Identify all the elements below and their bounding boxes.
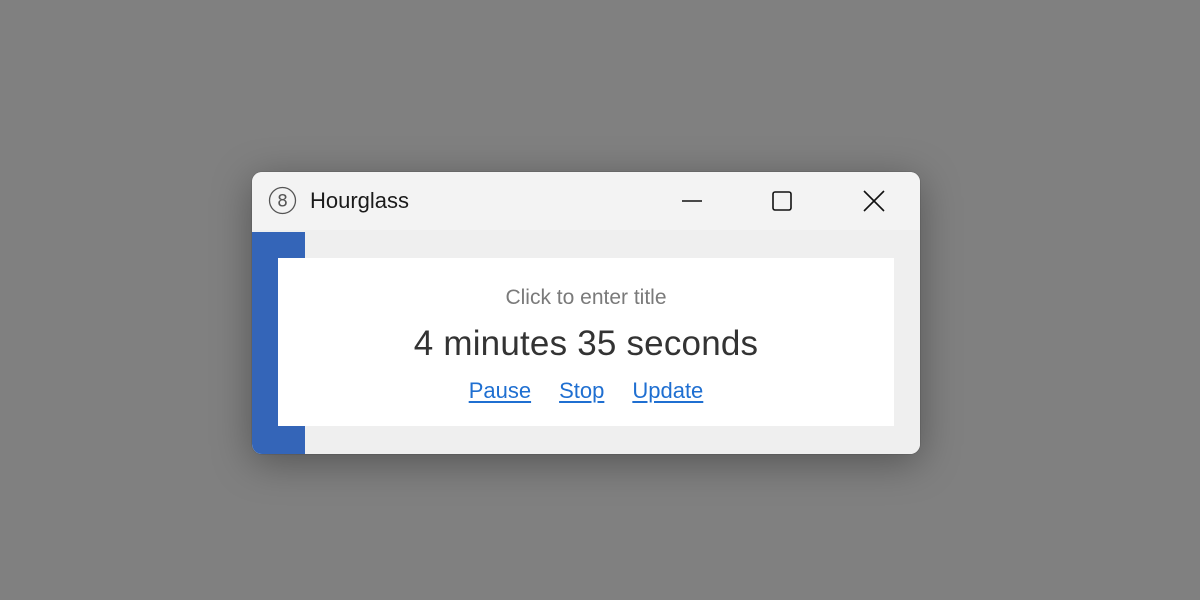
hourglass-8-icon: 8 bbox=[268, 186, 297, 215]
maximize-button[interactable] bbox=[736, 172, 828, 230]
maximize-icon bbox=[771, 190, 793, 212]
hourglass-window: 8 Hourglass Click to enter title 4 minut… bbox=[252, 172, 920, 454]
update-link[interactable]: Update bbox=[632, 378, 703, 404]
minimize-button[interactable] bbox=[646, 172, 738, 230]
timer-panel: Click to enter title 4 minutes 35 second… bbox=[278, 258, 894, 426]
desktop: 8 Hourglass Click to enter title 4 minut… bbox=[0, 0, 1200, 600]
title-bar[interactable]: 8 Hourglass bbox=[252, 172, 920, 230]
timer-area: Click to enter title 4 minutes 35 second… bbox=[252, 230, 920, 454]
stop-link[interactable]: Stop bbox=[559, 378, 604, 404]
close-icon bbox=[863, 190, 885, 212]
time-remaining[interactable]: 4 minutes 35 seconds bbox=[278, 324, 894, 364]
timer-title-input[interactable]: Click to enter title bbox=[278, 286, 894, 310]
svg-text:8: 8 bbox=[277, 192, 288, 212]
window-title: Hourglass bbox=[310, 188, 410, 213]
close-button[interactable] bbox=[828, 172, 920, 230]
pause-link[interactable]: Pause bbox=[469, 378, 531, 404]
minimize-icon bbox=[681, 190, 703, 212]
action-links: Pause Stop Update bbox=[278, 378, 894, 404]
